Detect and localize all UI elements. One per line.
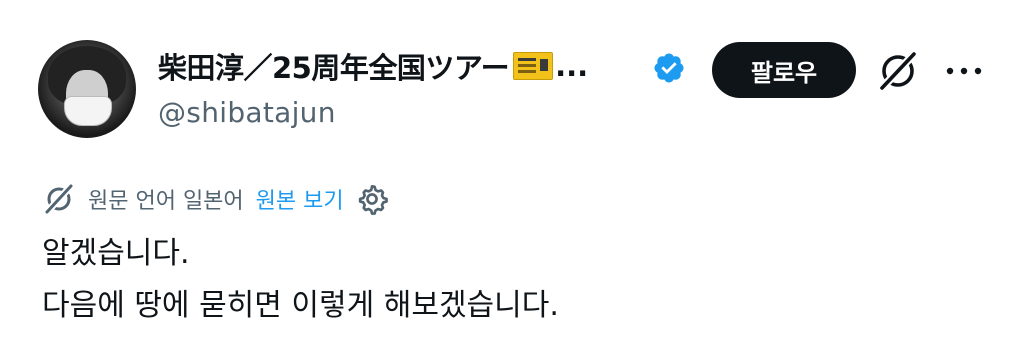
ticket-emoji-icon bbox=[513, 52, 554, 80]
gear-icon[interactable] bbox=[356, 183, 388, 215]
grok-icon[interactable] bbox=[876, 50, 920, 92]
original-language-text: 원문 언어 일본어 bbox=[88, 189, 244, 214]
author-handle[interactable]: @shibatajun bbox=[158, 96, 336, 129]
avatar-mask bbox=[64, 96, 112, 126]
translation-bar: 원문 언어 일본어 원본 보기 bbox=[42, 178, 388, 220]
more-options-icon[interactable] bbox=[944, 58, 984, 84]
author-name-row[interactable]: 柴田淳／25周年全国ツアー ... bbox=[158, 44, 588, 88]
name-truncation: ... bbox=[555, 49, 589, 83]
tweet-line-1: 알겠습니다. bbox=[42, 236, 190, 271]
verified-badge-icon[interactable] bbox=[652, 51, 686, 85]
translate-icon bbox=[44, 183, 74, 215]
display-name[interactable]: 柴田淳／25周年全国ツアー bbox=[158, 45, 510, 87]
tweet-text: 알겠습니다. 다음에 땅에 묻히면 이렇게 해보겠습니다. bbox=[42, 228, 559, 332]
tweet-line-2: 다음에 땅에 묻히면 이렇게 해보겠습니다. bbox=[42, 288, 559, 323]
follow-button[interactable]: 팔로우 bbox=[712, 42, 856, 98]
avatar[interactable] bbox=[38, 40, 136, 138]
view-original-link[interactable]: 원본 보기 bbox=[256, 183, 344, 215]
tweet: 柴田淳／25周年全国ツアー ... 팔로우 @shibatajun 원문 언어 … bbox=[0, 0, 1024, 359]
